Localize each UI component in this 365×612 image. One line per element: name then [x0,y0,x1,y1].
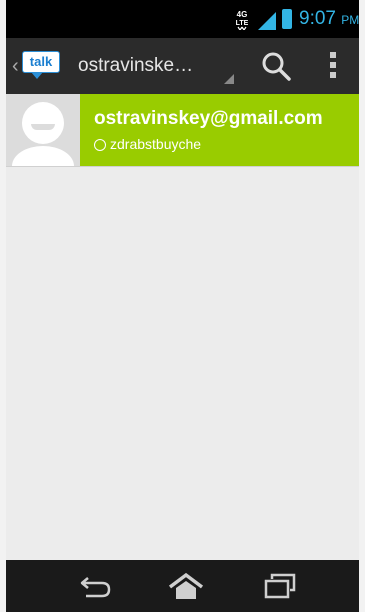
lte-icon: 4G LTE [236,10,249,30]
talk-app-icon[interactable]: talk [22,51,62,81]
phone-screen: 4G LTE 9:07 PM ‹ talk ostravinske… ostra… [6,0,359,612]
contact-email: ostravinskey@gmail.com [94,108,323,129]
overflow-menu-icon[interactable] [328,52,338,82]
svg-text:LTE: LTE [236,20,249,27]
talk-logo-tail [31,72,43,79]
clock-time: 9:07 [299,8,336,29]
conversation-list: ostravinskey@gmail.com zdrabstbuyche [6,94,359,560]
account-spinner-indicator [224,74,234,84]
contact-status: zdrabstbuyche [94,136,201,152]
status-bar: 4G LTE 9:07 PM [6,0,359,38]
account-spinner-label[interactable]: ostravinske… [78,55,193,77]
navigation-bar [6,560,359,612]
back-icon[interactable] [78,572,114,600]
svg-text:4G: 4G [237,10,248,19]
clock: 9:07 PM [299,8,359,30]
signal-icon [258,12,276,30]
contact-status-text: zdrabstbuyche [110,136,202,152]
battery-icon [282,9,292,29]
avatar [6,94,80,166]
action-bar: ‹ talk ostravinske… [6,38,359,97]
talk-logo-text: talk [22,51,60,73]
clock-ampm: PM [341,13,359,27]
home-icon[interactable] [168,572,204,600]
search-icon[interactable] [260,50,292,82]
up-navigation-icon[interactable]: ‹ [12,56,19,76]
recent-apps-icon[interactable] [262,572,298,600]
presence-status-icon [94,139,106,151]
conversation-item[interactable]: ostravinskey@gmail.com zdrabstbuyche [6,94,359,167]
